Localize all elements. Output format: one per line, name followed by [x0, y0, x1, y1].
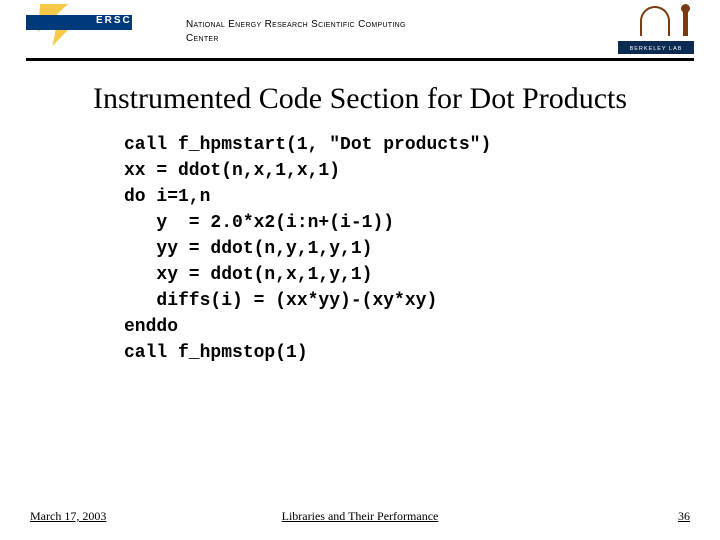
footer-title: Libraries and Their Performance [0, 509, 720, 524]
footer: March 17, 2003 Libraries and Their Perfo… [0, 504, 720, 524]
code-line: xx = ddot(n,x,1,x,1) [124, 161, 340, 181]
slide: ERSC National Energy Research Scientific… [0, 0, 720, 540]
berkeley-lab-logo: BERKELEY LAB [618, 6, 694, 54]
center-line-1: National Energy Research Scientific Comp… [186, 19, 406, 30]
code-line: enddo [124, 317, 178, 337]
lab-label: BERKELEY LAB [618, 44, 694, 54]
center-title: National Energy Research Scientific Comp… [186, 18, 516, 46]
code-block: call f_hpmstart(1, "Dot products") xx = … [124, 132, 491, 366]
code-line: y = 2.0*x2(i:n+(i-1)) [124, 213, 394, 233]
nersc-acronym: ERSC [96, 15, 132, 26]
code-line: do i=1,n [124, 187, 210, 207]
footer-page-number: 36 [678, 509, 690, 524]
header: ERSC National Energy Research Scientific… [0, 0, 720, 64]
nersc-logo: ERSC [26, 8, 132, 48]
code-line: call f_hpmstop(1) [124, 343, 308, 363]
slide-title: Instrumented Code Section for Dot Produc… [0, 82, 720, 116]
center-line-2: Center [186, 33, 219, 44]
arch-icon [640, 6, 670, 36]
code-line: diffs(i) = (xx*yy)-(xy*xy) [124, 291, 437, 311]
header-rule [26, 58, 694, 61]
tower-knob-icon [681, 4, 690, 13]
code-line: call f_hpmstart(1, "Dot products") [124, 135, 491, 155]
code-line: yy = ddot(n,y,1,y,1) [124, 239, 372, 259]
code-line: xy = ddot(n,x,1,y,1) [124, 265, 372, 285]
